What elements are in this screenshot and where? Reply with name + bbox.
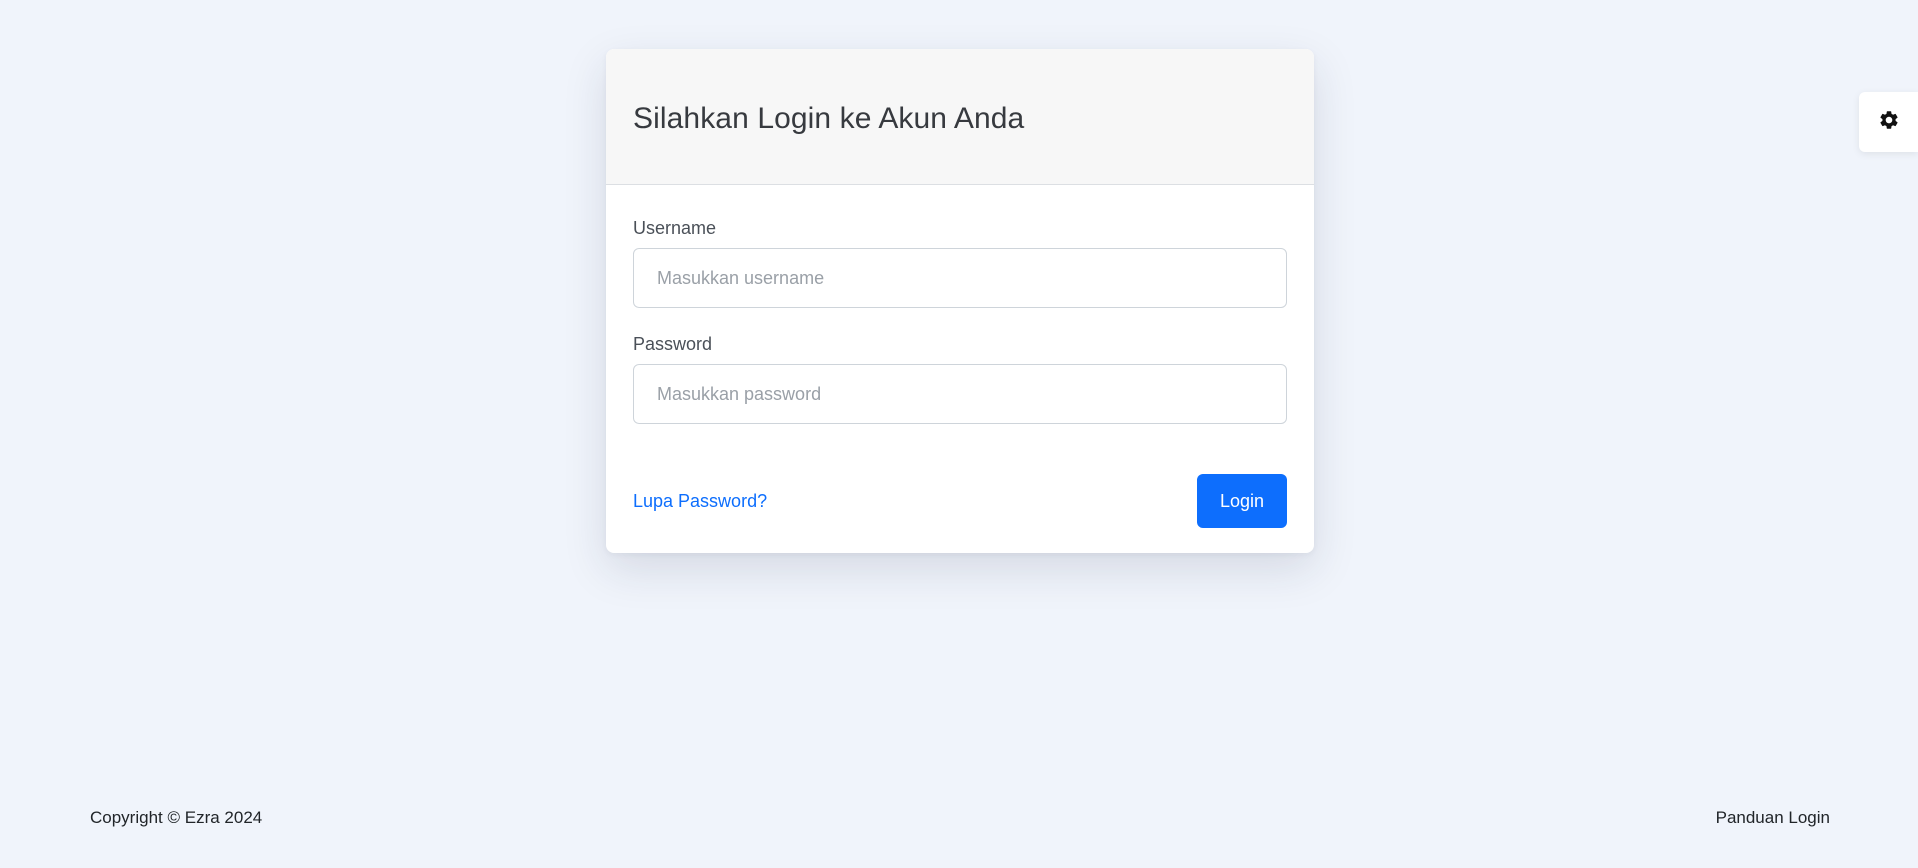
- copyright-text: Copyright © Ezra 2024: [90, 808, 263, 827]
- username-label: Username: [633, 218, 717, 238]
- username-group: Username: [633, 218, 1287, 308]
- login-title: Silahkan Login ke Akun Anda: [633, 101, 1025, 135]
- password-input[interactable]: [633, 364, 1287, 424]
- footer: Copyright © Ezra 2024 Panduan Login: [90, 808, 1830, 828]
- login-card: Silahkan Login ke Akun Anda Username Pas…: [606, 49, 1314, 553]
- forgot-password-link[interactable]: Lupa Password?: [633, 491, 767, 512]
- username-input[interactable]: [633, 248, 1287, 308]
- login-page: Silahkan Login ke Akun Anda Username Pas…: [0, 0, 1918, 868]
- password-group: Password: [633, 334, 1287, 424]
- password-label: Password: [633, 334, 713, 354]
- form-actions: Lupa Password? Login: [633, 474, 1287, 528]
- login-card-header: Silahkan Login ke Akun Anda: [606, 49, 1314, 185]
- login-button[interactable]: Login: [1197, 474, 1287, 528]
- login-form: Username Password Lupa Password? Login: [606, 185, 1314, 528]
- settings-button[interactable]: [1859, 92, 1918, 152]
- gear-icon: [1878, 109, 1900, 136]
- login-guide-link[interactable]: Panduan Login: [1716, 808, 1830, 828]
